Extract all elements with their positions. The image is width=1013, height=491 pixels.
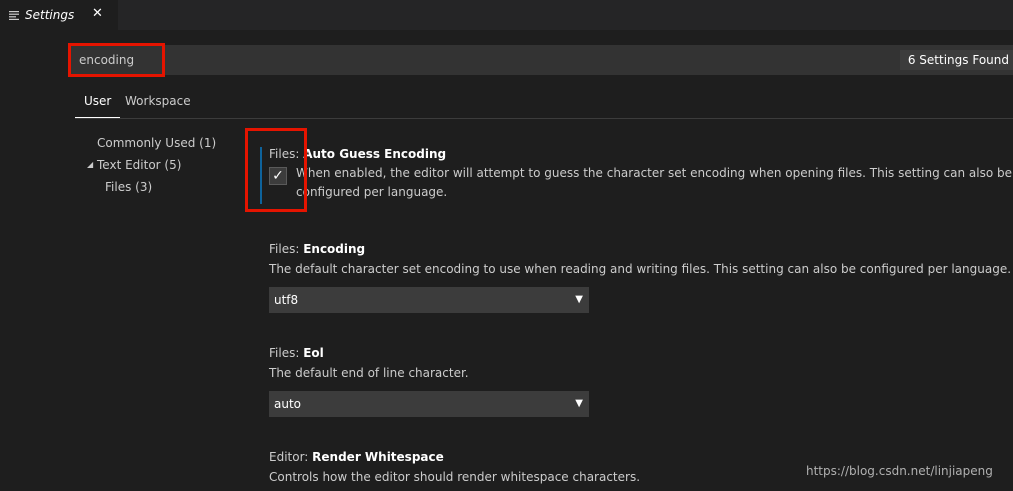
eol-select[interactable]: auto ▼: [269, 391, 589, 417]
setting-title: Files: Encoding: [269, 240, 1011, 258]
search-annotation-box: [68, 43, 165, 77]
encoding-select[interactable]: utf8 ▼: [269, 287, 589, 313]
expanded-caret-icon[interactable]: ◢: [87, 155, 93, 175]
toc-item-commonly-used[interactable]: Commonly Used (1): [97, 133, 216, 153]
checkbox-annotation-box: [245, 128, 307, 212]
select-value: auto: [274, 397, 302, 411]
toc-item-files[interactable]: Files (3): [105, 177, 152, 197]
setting-description: The default character set encoding to us…: [269, 262, 1012, 276]
description-line: configured per language.: [296, 185, 448, 199]
setting-key: Render Whitespace: [312, 450, 444, 464]
tab-workspace[interactable]: Workspace: [125, 88, 191, 117]
setting-key: Eol: [303, 346, 324, 360]
setting-key: Encoding: [303, 242, 366, 256]
setting-title: Editor: Render Whitespace: [269, 448, 640, 466]
setting-encoding: Files: Encoding The default character se…: [269, 240, 1011, 279]
close-icon[interactable]: ✕: [92, 6, 103, 21]
setting-eol: Files: Eol The default end of line chara…: [269, 344, 469, 383]
setting-title: Files: Eol: [269, 344, 469, 362]
settings-search-bar: 6 Settings Found: [68, 45, 1013, 75]
chevron-down-icon: ▼: [575, 294, 583, 305]
settings-list-icon: [9, 10, 19, 20]
setting-description: The default end of line character.: [269, 366, 469, 380]
settings-tab-label: Settings: [25, 8, 75, 22]
tab-user[interactable]: User: [75, 88, 121, 118]
blog-watermark: https://blog.csdn.net/linjiapeng: [806, 464, 993, 478]
toc-item-label: Commonly Used (1): [97, 136, 217, 150]
settings-editor-tab[interactable]: Settings ✕: [0, 0, 118, 30]
toc-item-label: Files (3): [105, 180, 153, 194]
setting-key: Auto Guess Encoding: [303, 147, 447, 161]
results-count-badge: 6 Settings Found: [899, 50, 1013, 70]
description-line: When enabled, the editor will attempt to…: [296, 166, 1012, 180]
setting-description: When enabled, the editor will attempt to…: [296, 164, 1012, 202]
select-value: utf8: [274, 293, 299, 307]
scope-tabs-divider: [75, 118, 1013, 119]
setting-render-whitespace: Editor: Render Whitespace Controls how t…: [269, 448, 640, 487]
setting-description: Controls how the editor should render wh…: [269, 470, 641, 484]
toc-item-text-editor[interactable]: ◢ Text Editor (5): [87, 155, 182, 175]
setting-category: Files:: [269, 346, 304, 360]
setting-category: Files:: [269, 242, 304, 256]
chevron-down-icon: ▼: [575, 398, 583, 409]
setting-category: Editor:: [269, 450, 313, 464]
editor-tab-bar: Settings ✕: [0, 0, 1013, 30]
toc-item-label: Text Editor (5): [97, 158, 182, 172]
